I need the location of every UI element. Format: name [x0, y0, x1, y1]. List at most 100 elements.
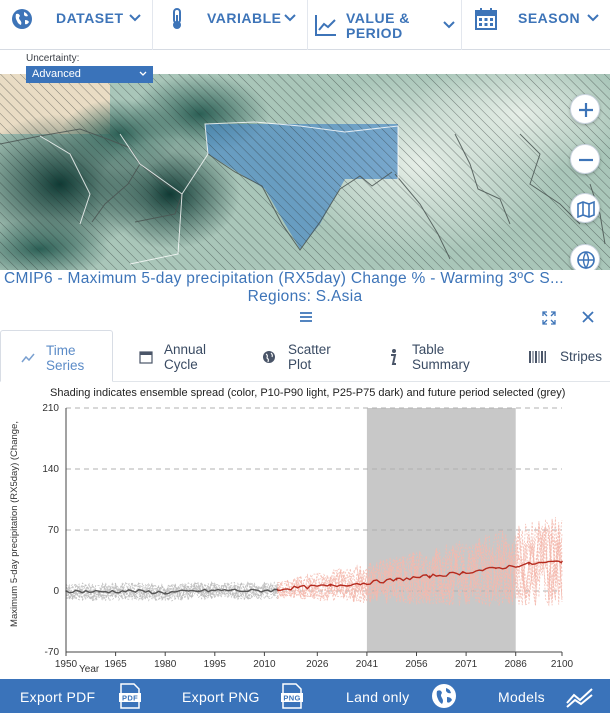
- map-canvas: [0, 74, 610, 270]
- panel-toolbar: [0, 308, 610, 330]
- data-point: [164, 591, 166, 594]
- variable-label: VARIABLE: [207, 10, 282, 26]
- globe-icon: [577, 251, 595, 270]
- line-chart-icon: [315, 15, 336, 36]
- chevron-down-icon: [587, 14, 599, 22]
- map-layers-button[interactable]: [570, 193, 600, 223]
- models-label: Models: [498, 689, 545, 705]
- data-point: [362, 582, 365, 584]
- globe-icon: [12, 9, 32, 29]
- data-point: [247, 590, 249, 592]
- dataset-label: DATASET: [56, 10, 124, 26]
- y-tick-label: 210: [42, 403, 59, 414]
- tab-scatter-plot[interactable]: Scatter Plot: [243, 330, 368, 382]
- region-map[interactable]: [0, 74, 610, 270]
- season-label: SEASON: [518, 10, 581, 26]
- hamburger-menu-icon[interactable]: [299, 311, 313, 323]
- export-pdf-button[interactable]: Export PDF PDF: [0, 679, 160, 713]
- tab-annual-cycle[interactable]: Annual Cycle: [113, 330, 243, 382]
- y-tick-labels: -70 0 70 140 210: [42, 403, 59, 658]
- data-point: [428, 575, 431, 577]
- land-only-label: Land only: [346, 689, 410, 705]
- map-regions: Regions: S.Asia: [247, 288, 363, 305]
- calendar-icon: [139, 351, 153, 364]
- chevron-down-icon: [443, 21, 455, 29]
- data-point: [276, 588, 279, 591]
- zoom-out-button[interactable]: [570, 144, 600, 174]
- chevron-down-icon: [284, 14, 296, 22]
- uncertainty-value: Advanced: [32, 68, 81, 80]
- close-icon[interactable]: [581, 310, 595, 324]
- uncertainty-select[interactable]: Advanced: [26, 66, 153, 83]
- x-tick-label: 2056: [405, 659, 428, 670]
- data-point: [197, 590, 200, 592]
- value-period-line1: VALUE &: [346, 10, 410, 26]
- uncertainty-label: Uncertainty:: [26, 53, 80, 64]
- globe-icon: [263, 351, 275, 363]
- calendar-icon: [475, 8, 497, 30]
- tab-time-series[interactable]: Time Series: [0, 330, 113, 382]
- y-tick-label: -70: [45, 647, 60, 658]
- map-icon: [577, 200, 595, 219]
- value-period-label: VALUE & PERIOD: [346, 11, 410, 41]
- tab-label: Annual Cycle: [164, 342, 207, 372]
- models-button[interactable]: Models: [470, 679, 610, 713]
- x-tick-label: 2010: [253, 659, 276, 670]
- tab-stripes[interactable]: Stripes: [508, 330, 610, 382]
- x-tick-label: 1980: [154, 659, 177, 670]
- chevron-down-icon: [139, 71, 147, 76]
- data-point: [462, 571, 464, 574]
- variable-menu[interactable]: VARIABLE: [153, 0, 308, 50]
- time-series-chart: -70 0 70 140 210 1950 1965 1980 1995 2010 2026 204…: [9, 403, 574, 675]
- export-png-label: Export PNG: [182, 689, 260, 705]
- png-file-icon: PNG: [281, 683, 303, 709]
- value-period-line2: PERIOD: [346, 25, 403, 41]
- x-tick-label: 2086: [505, 659, 528, 670]
- tab-label: Time Series: [46, 343, 85, 373]
- thermometer-icon: [173, 8, 181, 29]
- x-tick-label: 1995: [204, 659, 227, 670]
- tab-label: Table Summary: [412, 342, 470, 372]
- y-axis-label: Maximum 5-day precipitation (RX5day) (Ch…: [9, 421, 20, 627]
- y-tick-label: 0: [53, 586, 59, 597]
- plus-icon: [579, 103, 593, 117]
- data-point: [495, 567, 497, 570]
- minus-icon: [579, 158, 593, 162]
- data-point: [395, 578, 398, 581]
- chart-tabs: Time Series Annual Cycle Scatter Plot Table…: [0, 330, 610, 382]
- globe-view-button[interactable]: [570, 244, 600, 270]
- x-tick-label: 2100: [551, 659, 574, 670]
- stripes-icon: [529, 351, 546, 363]
- x-tick-label: 2071: [455, 659, 478, 670]
- x-tick-label: 1965: [104, 659, 127, 670]
- x-axis-label: Year: [79, 664, 100, 675]
- tab-label: Scatter Plot: [288, 342, 331, 372]
- export-png-button[interactable]: Export PNG PNG: [160, 679, 320, 713]
- line-chart-icon: [21, 353, 35, 363]
- info-icon: [391, 349, 397, 365]
- x-tick-label: 2041: [356, 659, 379, 670]
- dataset-menu[interactable]: DATASET: [0, 0, 153, 50]
- export-pdf-label: Export PDF: [20, 689, 96, 705]
- x-tick-label: 1950: [55, 659, 78, 670]
- tab-table-summary[interactable]: Table Summary: [368, 330, 508, 382]
- zoom-in-button[interactable]: [570, 94, 600, 124]
- png-badge: PNG: [283, 694, 300, 703]
- data-point: [98, 591, 100, 593]
- value-period-menu[interactable]: VALUE & PERIOD: [308, 0, 462, 50]
- data-point: [561, 560, 563, 563]
- expand-icon[interactable]: [542, 311, 556, 325]
- y-tick-label: 70: [48, 525, 60, 536]
- map-title-text: CMIP6 - Maximum 5-day precipitation (RX5…: [4, 270, 564, 287]
- models-chart-icon: [566, 688, 593, 708]
- pdf-badge: PDF: [122, 694, 138, 703]
- data-point: [329, 584, 332, 587]
- season-menu[interactable]: SEASON: [462, 0, 610, 50]
- data-point: [230, 589, 233, 591]
- map-title: CMIP6 - Maximum 5-day precipitation (RX5…: [0, 270, 610, 306]
- land-only-toggle[interactable]: Land only: [320, 679, 470, 713]
- tab-label: Stripes: [560, 349, 603, 364]
- pdf-file-icon: PDF: [119, 683, 141, 709]
- top-menu-bar: DATASET VARIABLE VALUE & PERIOD SEASON: [0, 0, 610, 50]
- x-tick-labels: 1950 1965 1980 1995 2010 2026 2041 2056 2071 2086…: [55, 659, 574, 670]
